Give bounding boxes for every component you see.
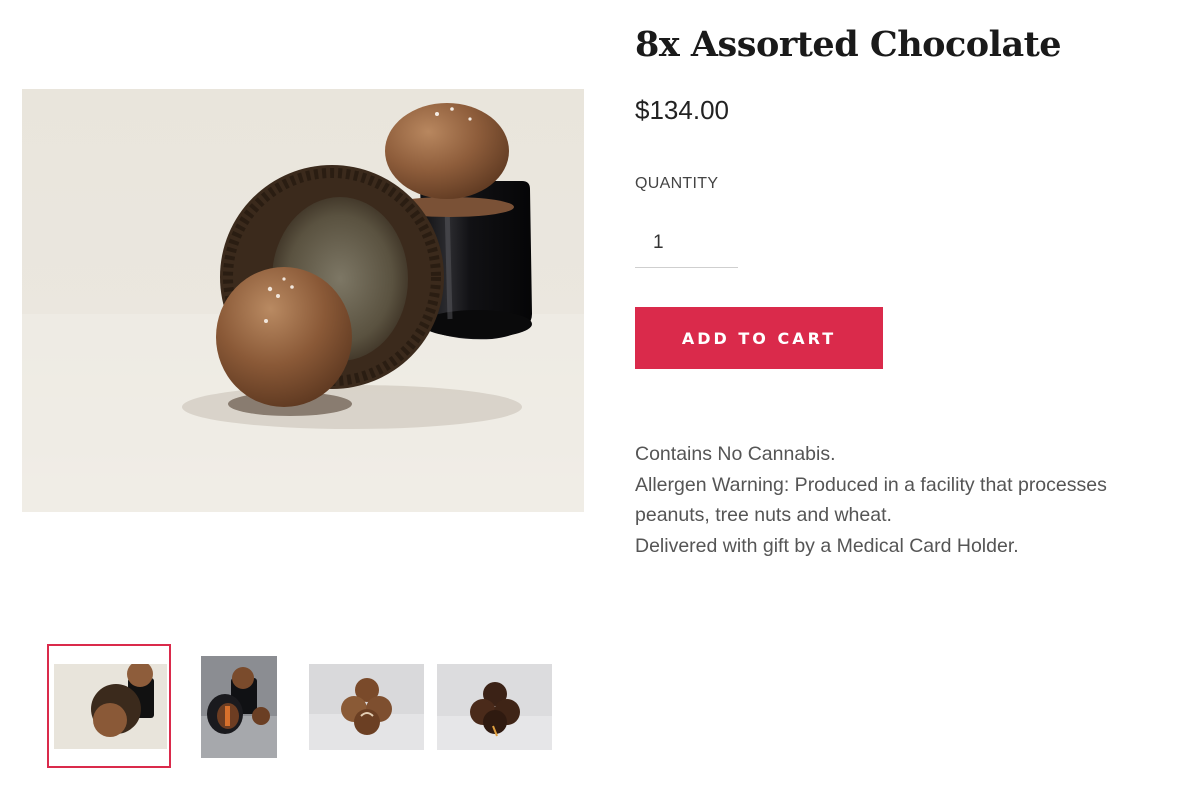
description-line: Contains No Cannabis. — [635, 443, 836, 465]
description-line: Delivered with gift by a Medical Card Ho… — [635, 534, 1019, 557]
main-product-image — [22, 89, 584, 512]
product-description: Contains No Cannabis. Allergen Warning: … — [635, 439, 1175, 561]
add-to-cart-button[interactable]: ADD TO CART — [635, 307, 883, 369]
thumbnail-4[interactable] — [437, 664, 552, 750]
product-title: 8x Assorted Chocolate — [635, 24, 1062, 65]
quantity-label: QUANTITY — [635, 175, 719, 192]
thumbnail-2[interactable] — [201, 656, 277, 758]
thumbnail-3[interactable] — [309, 664, 424, 750]
description-line: Allergen Warning: Produced in a facility… — [635, 473, 1107, 496]
product-price: $134.00 — [635, 95, 729, 125]
quantity-input[interactable] — [635, 218, 738, 268]
description-line: peanuts, tree nuts and wheat. — [635, 504, 892, 526]
thumbnail-1[interactable] — [54, 664, 167, 749]
